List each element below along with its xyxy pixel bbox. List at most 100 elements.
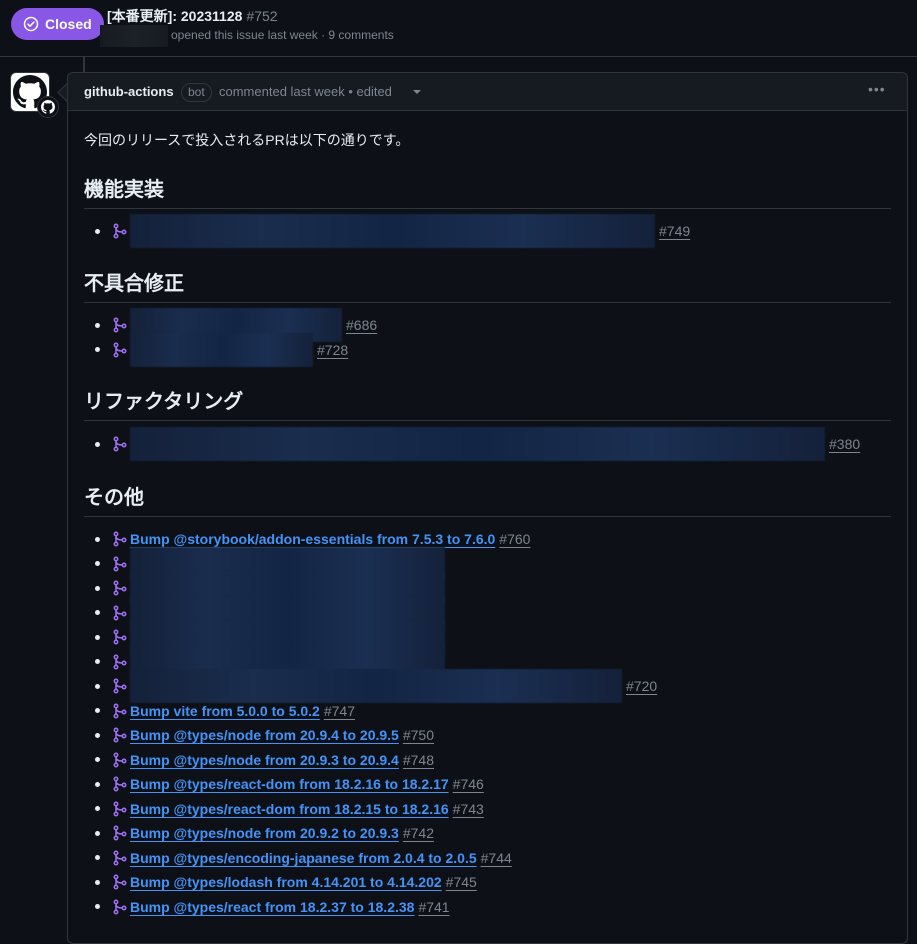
pr-link[interactable]: Bump @types/node from 20.9.4 to 20.9.5 (130, 727, 399, 743)
git-merge-icon (112, 776, 128, 792)
git-merge-icon (112, 654, 128, 670)
pr-link[interactable]: Bump @types/node from 20.9.3 to 20.9.4 (130, 752, 399, 768)
bullet (95, 806, 100, 811)
bullet (95, 347, 100, 352)
pr-number[interactable]: #745 (446, 874, 477, 890)
bullet (95, 610, 100, 615)
pr-number[interactable]: #743 (453, 801, 484, 817)
list-item: #720 (95, 669, 657, 703)
bullet (95, 708, 100, 713)
bullet (95, 585, 100, 591)
section-heading: その他 (84, 481, 891, 517)
pr-number[interactable]: #380 (829, 436, 860, 452)
issue-state-badge: Closed (11, 8, 104, 40)
git-merge-icon (112, 223, 128, 239)
bullet (95, 228, 100, 234)
github-logo-icon (41, 100, 55, 114)
bullet (95, 855, 100, 860)
issue-number: #752 (246, 8, 278, 24)
issue-title-text: [本番更新]: 20231128 (107, 8, 243, 24)
issue-author-redacted[interactable] (100, 25, 168, 47)
pr-number[interactable]: #746 (453, 776, 484, 792)
git-merge-icon (112, 436, 128, 452)
check-circle-icon (23, 16, 39, 32)
git-merge-icon (112, 317, 128, 333)
comment-meta[interactable]: commented last week • edited (219, 84, 392, 99)
pr-link[interactable]: Bump @types/node from 20.9.2 to 20.9.3 (130, 825, 399, 841)
pr-link[interactable]: Bump @storybook/addon-essentials from 7.… (130, 531, 495, 547)
pr-number[interactable]: #750 (403, 727, 434, 743)
pr-link[interactable]: Bump @types/react-dom from 18.2.15 to 18… (130, 801, 449, 817)
bullet (95, 683, 100, 689)
pr-number[interactable]: #720 (626, 678, 657, 694)
list-item: Bump @types/react-dom from 18.2.16 to 18… (95, 774, 484, 794)
redacted-pr-link[interactable] (130, 332, 313, 367)
list-item: Bump @types/lodash from 4.14.201 to 4.14… (95, 872, 477, 892)
issue-meta: opened this issue last week · 9 comments (171, 28, 394, 42)
issue-state-label: Closed (45, 16, 92, 32)
bullet (95, 634, 100, 640)
pr-number[interactable]: #728 (317, 342, 348, 358)
git-merge-icon (112, 703, 128, 719)
git-merge-icon (112, 580, 128, 596)
bullet (95, 757, 100, 762)
bullet (95, 904, 100, 909)
redacted-pr-link[interactable] (130, 669, 622, 703)
bullet (95, 322, 100, 328)
redacted-pr-link[interactable] (130, 427, 825, 461)
git-merge-icon (112, 605, 128, 621)
pr-link[interactable]: Bump @types/react from 18.2.37 to 18.2.3… (130, 899, 414, 915)
git-merge-icon (112, 899, 128, 915)
section-heading: 機能実装 (84, 173, 891, 209)
pr-number[interactable]: #742 (403, 825, 434, 841)
list-item: Bump @types/react-dom from 18.2.15 to 18… (95, 799, 484, 819)
comment-intro: 今回のリリースで投入されるPRは以下の通りです。 (84, 132, 410, 148)
git-merge-icon (112, 825, 128, 841)
pr-link[interactable]: Bump vite from 5.0.0 to 5.0.2 (130, 703, 320, 719)
pr-number[interactable]: #748 (403, 752, 434, 768)
section-heading: リファクタリング (84, 385, 891, 421)
issue-title: [本番更新]: 20231128 #752 (107, 6, 278, 26)
pr-number[interactable]: #686 (346, 317, 377, 333)
section-heading: 不具合修正 (84, 267, 891, 303)
comment-author[interactable]: github-actions (84, 84, 174, 99)
list-item: Bump @types/node from 20.9.4 to 20.9.5 #7… (95, 725, 434, 745)
kebab-menu-icon[interactable]: ••• (868, 81, 886, 97)
bullet (95, 732, 100, 738)
comment-box: github-actions bot commented last week •… (67, 72, 908, 944)
pr-number[interactable]: #741 (418, 899, 449, 915)
list-item: #380 (95, 427, 860, 461)
bullet (95, 561, 100, 566)
pr-number[interactable]: #760 (499, 531, 530, 547)
chevron-down-icon[interactable] (413, 90, 421, 94)
git-merge-icon (112, 850, 128, 866)
list-item: Bump vite from 5.0.0 to 5.0.2 #747 (95, 701, 355, 721)
list-item: #749 (95, 214, 690, 248)
git-merge-icon (112, 727, 128, 743)
list-item: Bump @types/node from 20.9.2 to 20.9.3 #7… (95, 823, 434, 843)
pr-number[interactable]: #744 (481, 850, 512, 866)
timeline-line (83, 56, 85, 72)
git-merge-icon (112, 556, 128, 572)
app-badge (37, 96, 59, 118)
list-item: Bump @types/react from 18.2.37 to 18.2.3… (95, 897, 450, 917)
bullet (95, 536, 100, 542)
git-merge-icon (112, 342, 128, 358)
pr-number[interactable]: #747 (324, 703, 355, 719)
pr-link[interactable]: Bump @types/react-dom from 18.2.16 to 18… (130, 776, 449, 792)
pr-link[interactable]: Bump @types/encoding-japanese from 2.0.4… (130, 850, 477, 866)
pr-link[interactable]: Bump @types/lodash from 4.14.201 to 4.14… (130, 874, 442, 890)
bot-label: bot (181, 83, 212, 102)
list-item: Bump @types/node from 20.9.3 to 20.9.4 #7… (95, 750, 434, 770)
git-merge-icon (112, 531, 128, 547)
bullet (95, 441, 100, 447)
bullet (95, 781, 100, 787)
git-merge-icon (112, 678, 128, 694)
git-merge-icon (112, 752, 128, 768)
list-item: #728 (95, 332, 348, 367)
bullet (95, 659, 100, 664)
git-merge-icon (112, 801, 128, 817)
pr-number[interactable]: #749 (659, 223, 690, 239)
bullet (95, 879, 100, 885)
redacted-pr-link[interactable] (130, 214, 655, 248)
